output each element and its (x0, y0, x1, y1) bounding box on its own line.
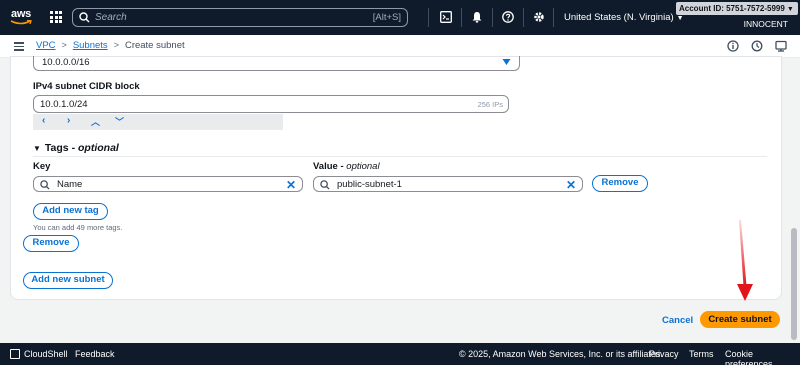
ipv4-cidr-label: IPv4 subnet CIDR block (33, 81, 140, 92)
menu-icon[interactable] (14, 42, 24, 51)
remove-tag-button[interactable]: Remove (592, 175, 648, 192)
tag-value-input[interactable]: public-subnet-1 ✕ (313, 176, 583, 192)
tags-section-header[interactable]: ▼ Tags - optional (33, 142, 119, 154)
gear-icon[interactable] (533, 11, 545, 23)
chevron-right-icon: > (61, 40, 67, 50)
add-new-tag-button[interactable]: Add new tag (33, 203, 108, 220)
chevron-down-icon[interactable]: ﹀ (115, 115, 124, 128)
vpc-cidr-select[interactable]: 10.0.0.0/16 (33, 56, 520, 71)
breadcrumb-subnets[interactable]: Subnets (73, 40, 108, 51)
nav-divider (553, 8, 554, 27)
tag-key-label: Key (33, 161, 51, 172)
cancel-button[interactable]: Cancel (662, 315, 693, 326)
tag-value-label: Value - optional (313, 161, 380, 172)
nav-divider (461, 8, 462, 27)
breadcrumb-vpc[interactable]: VPC (36, 40, 56, 51)
footer-privacy-link[interactable]: Privacy (649, 349, 679, 359)
account-id-badge[interactable]: Account ID: 5751-7572-5999 ▼ (676, 2, 798, 15)
remove-subnet-button[interactable]: Remove (23, 235, 79, 252)
footer-cloudshell-link[interactable]: CloudShell (24, 349, 68, 359)
cloudshell-icon[interactable] (10, 349, 20, 359)
account-name[interactable]: INNOCENT (744, 19, 788, 29)
create-subnet-button[interactable]: Create subnet (700, 311, 780, 328)
subnet-settings-card: 10.0.0.0/16 IPv4 subnet CIDR block 10.0.… (10, 56, 782, 300)
divider (33, 156, 767, 157)
chevron-right-icon[interactable]: › (67, 115, 70, 126)
search-icon (79, 12, 90, 23)
footer-copyright: © 2025, Amazon Web Services, Inc. or its… (459, 349, 663, 359)
aws-logo[interactable]: aws (9, 7, 35, 29)
chevron-down-icon: ▼ (676, 15, 684, 22)
scrollbar[interactable] (790, 58, 799, 343)
main-content: 10.0.0.0/16 IPv4 subnet CIDR block 10.0.… (0, 56, 800, 343)
chevron-left-icon[interactable]: ‹ (42, 115, 45, 126)
nav-divider (523, 8, 524, 27)
region-selector[interactable]: United States (N. Virginia) ▼ (564, 12, 684, 23)
ipv4-cidr-input[interactable]: 10.0.1.0/24 256 IPs (33, 95, 509, 113)
nav-divider (492, 8, 493, 27)
add-new-subnet-button[interactable]: Add new subnet (23, 272, 113, 289)
search-icon (40, 180, 50, 190)
bell-icon[interactable] (471, 11, 483, 23)
tag-key-input[interactable]: Name ✕ (33, 176, 303, 192)
top-navigation: aws Search [Alt+S] United States (N. Vir… (0, 0, 800, 35)
clear-icon[interactable]: ✕ (566, 178, 576, 192)
notes-icon[interactable] (775, 40, 787, 52)
breadcrumb-bar: VPC > Subnets > Create subnet (0, 35, 800, 58)
breadcrumb-current: Create subnet (124, 40, 185, 51)
tag-limit-note: You can add 49 more tags. (33, 223, 123, 232)
chevron-right-icon: > (113, 40, 119, 50)
info-icon[interactable] (727, 40, 739, 52)
history-icon[interactable] (751, 40, 763, 52)
footer-feedback-link[interactable]: Feedback (75, 349, 115, 359)
search-shortcut: [Alt+S] (372, 12, 401, 23)
global-search-input[interactable]: Search [Alt+S] (72, 8, 408, 27)
scrollbar-thumb[interactable] (791, 228, 797, 340)
chevron-up-icon[interactable]: ︿ (91, 115, 100, 128)
help-icon[interactable] (502, 11, 514, 23)
footer-terms-link[interactable]: Terms (689, 349, 714, 359)
services-grid-icon[interactable] (50, 11, 62, 23)
search-placeholder: Search (95, 12, 127, 23)
nav-divider (428, 8, 429, 27)
clear-icon[interactable]: ✕ (286, 178, 296, 192)
chevron-down-icon: ▼ (786, 6, 794, 13)
cloudshell-icon[interactable] (440, 11, 452, 23)
cidr-stepper: ‹ › ︿ ﹀ (33, 114, 283, 130)
caret-down-icon: ▼ (33, 144, 41, 153)
caret-down-icon (502, 59, 511, 65)
footer-cookie-preferences-link[interactable]: Cookie preferences (725, 349, 800, 365)
breadcrumb: VPC > Subnets > Create subnet (36, 40, 185, 51)
red-arrow-annotation (737, 220, 753, 301)
search-icon (320, 180, 330, 190)
aws-smile-icon (10, 20, 32, 25)
footer: CloudShell Feedback © 2025, Amazon Web S… (0, 343, 800, 365)
ip-count-hint: 256 IPs (477, 100, 503, 109)
